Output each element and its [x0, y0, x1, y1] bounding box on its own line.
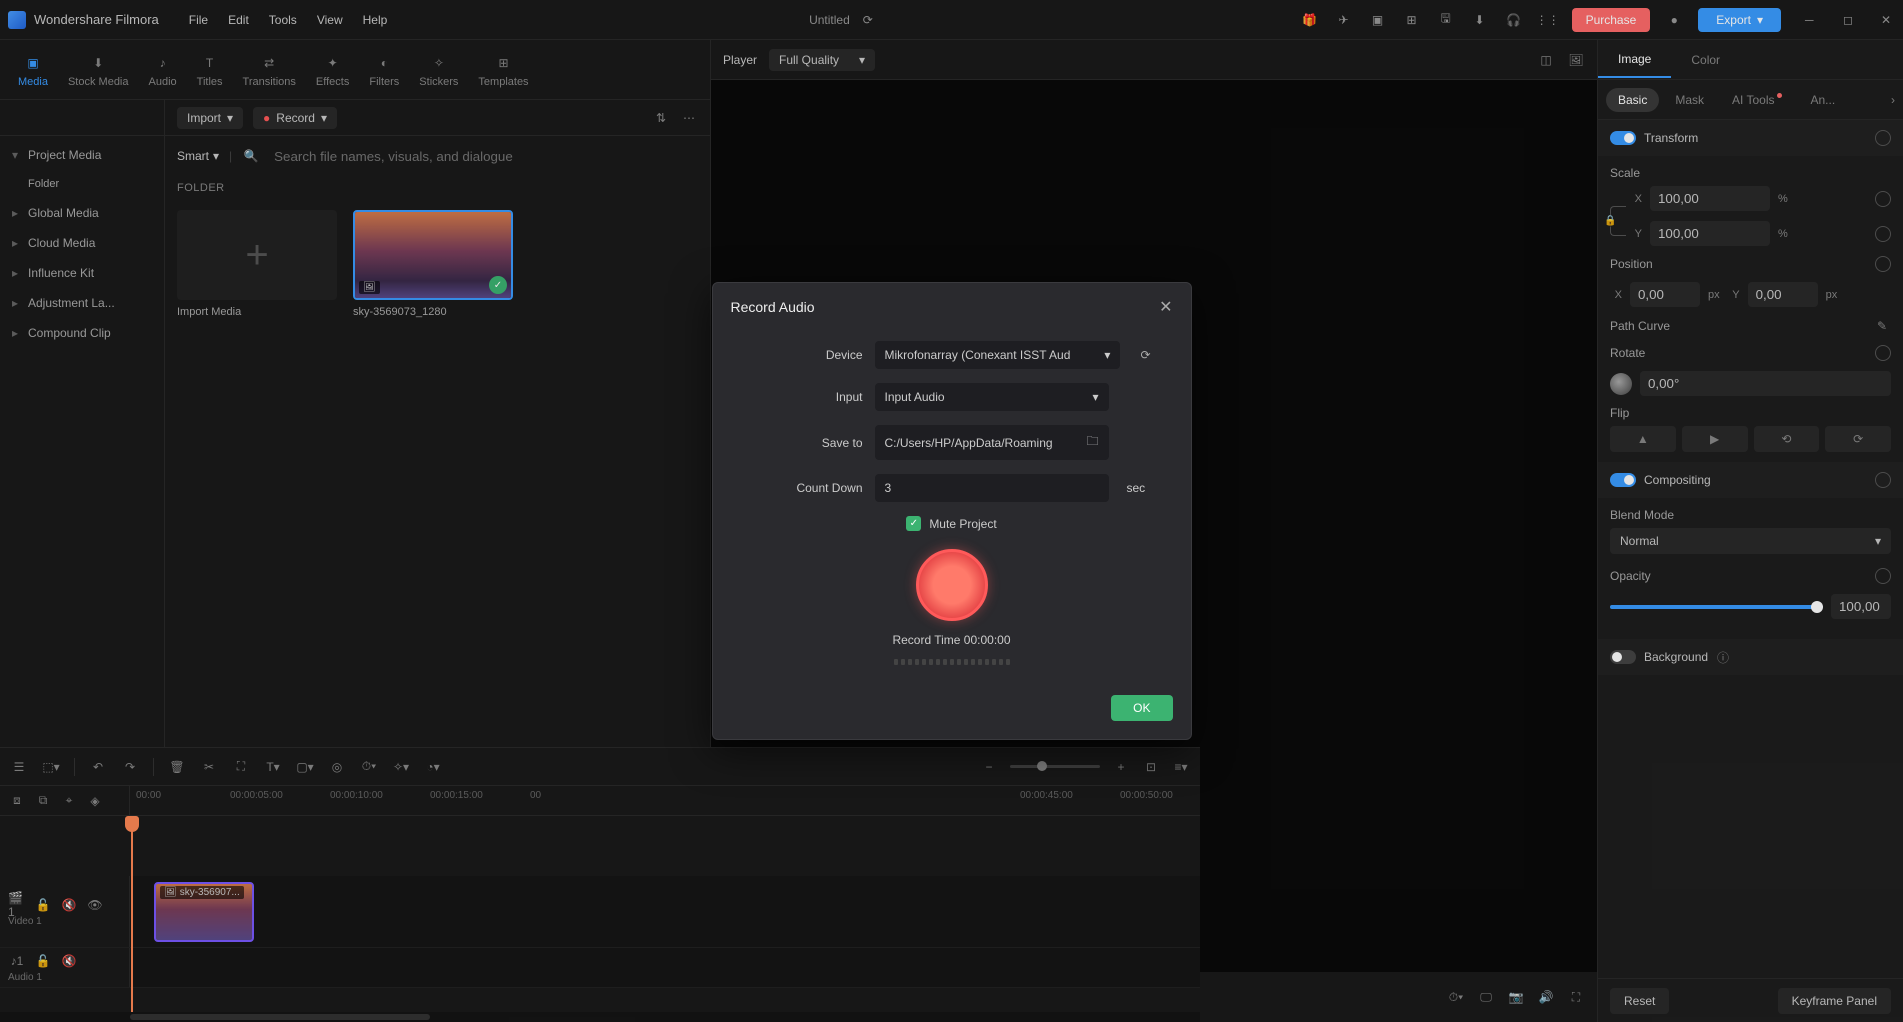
record-button[interactable]: [916, 549, 988, 621]
device-select[interactable]: Mikrofonarray (Conexant ISST Aud▾: [875, 341, 1121, 369]
modal-overlay: Record Audio ✕ Device Mikrofonarray (Con…: [0, 0, 1903, 1022]
mute-row[interactable]: ✓ Mute Project: [753, 516, 1151, 531]
input-label: Input: [753, 390, 863, 404]
mute-label: Mute Project: [929, 517, 996, 531]
save-to-label: Save to: [753, 436, 863, 450]
modal-header: Record Audio ✕: [713, 283, 1191, 331]
countdown-label: Count Down: [753, 481, 863, 495]
record-time: Record Time 00:00:00: [892, 633, 1010, 647]
chevron-down-icon: ▾: [1092, 390, 1098, 404]
audio-level-meter: [894, 659, 1010, 665]
input-select[interactable]: Input Audio▾: [875, 383, 1109, 411]
folder-icon[interactable]: 🗀: [1086, 432, 1098, 453]
chevron-down-icon: ▾: [1104, 348, 1110, 362]
modal-title: Record Audio: [731, 299, 815, 315]
modal-footer: OK: [713, 685, 1191, 739]
record-audio-modal: Record Audio ✕ Device Mikrofonarray (Con…: [712, 282, 1192, 740]
mute-checkbox[interactable]: ✓: [906, 516, 921, 531]
device-label: Device: [753, 348, 863, 362]
save-path-input[interactable]: C:/Users/HP/AppData/Roaming🗀: [875, 425, 1109, 460]
modal-close-icon[interactable]: ✕: [1159, 297, 1172, 317]
countdown-input[interactable]: 3: [875, 474, 1109, 502]
ok-button[interactable]: OK: [1111, 695, 1172, 721]
refresh-icon[interactable]: ⟳: [1140, 348, 1150, 362]
modal-body: Device Mikrofonarray (Conexant ISST Aud▾…: [713, 331, 1191, 685]
